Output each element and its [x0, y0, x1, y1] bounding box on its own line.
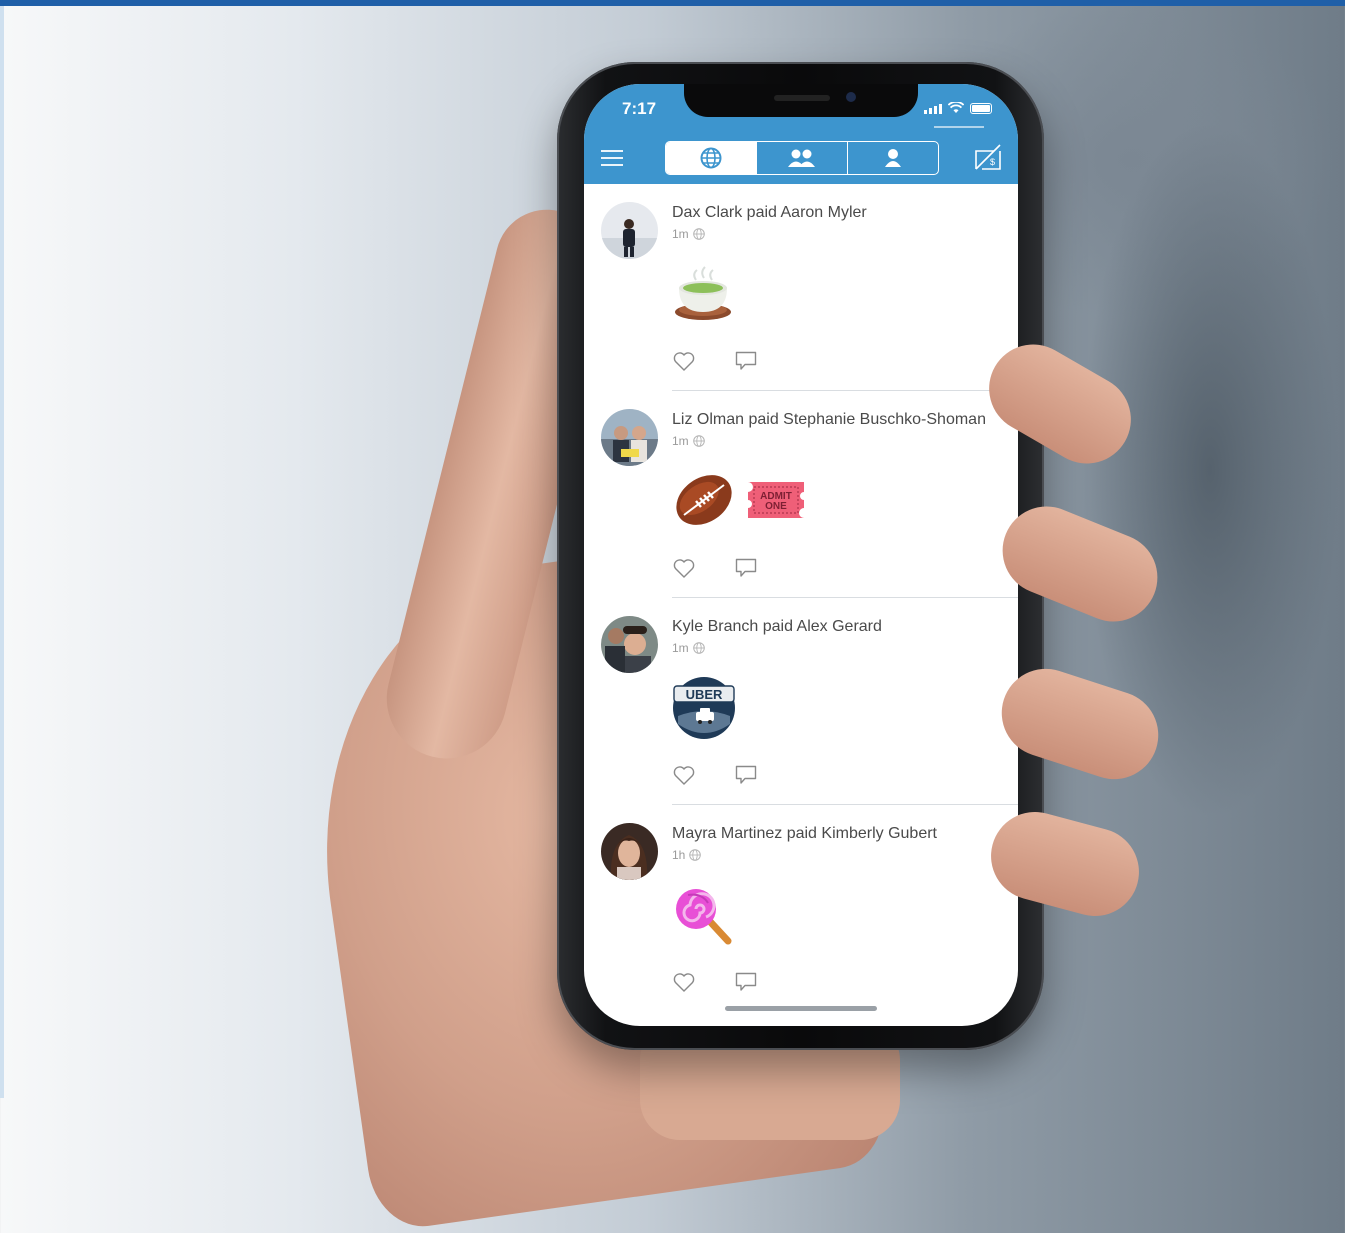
left-accent-bar [0, 6, 4, 1098]
comment-icon [735, 972, 757, 991]
payment-title[interactable]: Liz Olman paid Stephanie Buschko-Shoman [672, 411, 986, 429]
avatar[interactable] [601, 202, 658, 259]
comment-button[interactable] [734, 556, 758, 580]
svg-text:$: $ [990, 157, 995, 167]
pay-request-icon: $ [975, 144, 1001, 170]
phone-frame: 7:17 $ Dax Clark paid Aaron Myler 1m Liz… [557, 62, 1044, 1050]
payment-title[interactable]: Dax Clark paid Aaron Myler [672, 204, 867, 222]
payment-actions [672, 970, 758, 994]
payment-meta: 1h [672, 848, 702, 862]
avatar[interactable] [601, 823, 658, 880]
phone-screen: 7:17 $ Dax Clark paid Aaron Myler 1m Liz… [584, 84, 1018, 1026]
heart-icon [673, 559, 695, 578]
front-camera [846, 92, 856, 102]
payment-time: 1h [672, 848, 686, 862]
public-globe-icon [692, 642, 705, 654]
comment-icon [735, 765, 757, 784]
like-button[interactable] [672, 556, 696, 580]
feed-tabs [665, 141, 939, 175]
comment-button[interactable] [734, 763, 758, 787]
comment-button[interactable] [734, 970, 758, 994]
comment-button[interactable] [734, 349, 758, 373]
pay-or-request-button[interactable]: $ [973, 142, 1003, 172]
person-icon [885, 149, 901, 167]
feed-item[interactable]: Dax Clark paid Aaron Myler 1m [584, 184, 1018, 391]
payment-note: ADMIT ONE [672, 469, 808, 531]
phone-notch [684, 84, 918, 117]
signal-icon [924, 104, 942, 114]
tab-friends[interactable] [757, 142, 848, 174]
comment-icon [735, 351, 757, 370]
tab-mine[interactable] [848, 142, 938, 174]
battery-icon [970, 103, 992, 114]
ticket-text-line2: ONE [765, 501, 787, 512]
public-globe-icon [692, 228, 705, 240]
payment-note [672, 262, 734, 324]
friends-icon [788, 149, 815, 167]
speaker [774, 95, 830, 101]
feed-item[interactable]: Mayra Martinez paid Kimberly Gubert 1h [584, 805, 1018, 1012]
lollipop-emoji [676, 889, 732, 945]
payment-note [672, 883, 736, 947]
avatar[interactable] [601, 616, 658, 673]
payment-title[interactable]: Mayra Martinez paid Kimberly Gubert [672, 825, 937, 843]
public-globe-icon [689, 849, 702, 861]
heart-icon [673, 973, 695, 992]
payment-time: 1m [672, 434, 689, 448]
comment-icon [735, 558, 757, 577]
payment-title[interactable]: Kyle Branch paid Alex Gerard [672, 618, 882, 636]
payment-time: 1m [672, 641, 689, 655]
home-indicator[interactable] [725, 1006, 877, 1011]
globe-icon [700, 147, 722, 169]
wifi-icon [948, 102, 964, 113]
avatar[interactable] [601, 409, 658, 466]
payment-actions [672, 556, 758, 580]
football-emoji [676, 475, 732, 525]
status-time: 7:17 [622, 99, 657, 118]
status-icons [924, 102, 992, 114]
payment-meta: 1m [672, 227, 705, 241]
tab-public[interactable] [666, 142, 757, 174]
public-globe-icon [692, 435, 705, 447]
menu-button[interactable] [601, 150, 623, 166]
payment-time: 1m [672, 227, 689, 241]
payment-note: UBER [672, 676, 736, 740]
payment-actions [672, 763, 758, 787]
feed-item[interactable]: Liz Olman paid Stephanie Buschko-Shoman … [584, 391, 1018, 598]
payment-meta: 1m [672, 434, 705, 448]
like-button[interactable] [672, 349, 696, 373]
heart-icon [673, 352, 695, 371]
like-button[interactable] [672, 763, 696, 787]
payment-actions [672, 349, 758, 373]
uber-label: UBER [686, 687, 723, 702]
ticket-emoji: ADMIT ONE [748, 482, 804, 518]
activity-feed: Dax Clark paid Aaron Myler 1m Liz Olman … [584, 184, 1018, 1012]
like-button[interactable] [672, 970, 696, 994]
payment-meta: 1m [672, 641, 705, 655]
heart-icon [673, 766, 695, 785]
feed-item[interactable]: Kyle Branch paid Alex Gerard 1m UBER [584, 598, 1018, 805]
status-divider [934, 126, 984, 128]
uber-emoji: UBER [673, 677, 735, 739]
green-tea-emoji [675, 266, 731, 320]
